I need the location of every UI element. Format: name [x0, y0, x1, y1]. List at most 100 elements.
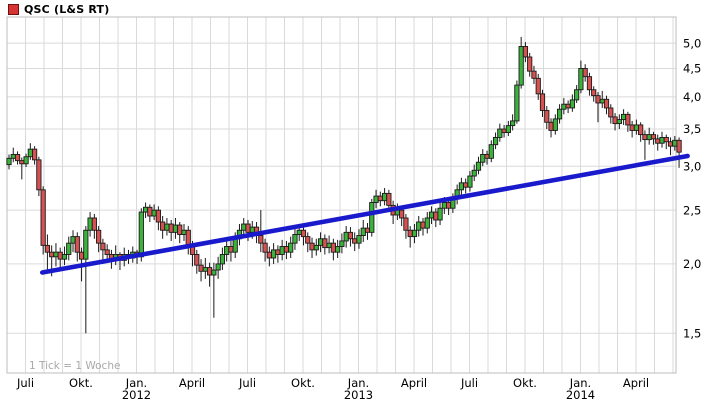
- candle-body-down: [446, 202, 452, 209]
- y-axis-label: 3,0: [683, 159, 701, 173]
- candle-body-down: [548, 121, 554, 131]
- y-axis-label: 5,0: [683, 36, 701, 50]
- candle-body-down: [642, 134, 648, 141]
- candle-body-up: [232, 238, 238, 253]
- candle-body-up: [505, 125, 511, 133]
- candle-body-up: [23, 156, 29, 165]
- y-axis-label: 2,0: [683, 257, 701, 271]
- candle-body-up: [172, 224, 179, 233]
- candle-body-down: [100, 242, 106, 251]
- candle-body-up: [416, 221, 422, 231]
- candle-body-down: [283, 246, 290, 253]
- candle-body-down: [14, 153, 21, 162]
- candle-body-up: [616, 119, 622, 125]
- candle-body-down: [535, 77, 541, 95]
- candle-body-up: [441, 202, 447, 209]
- y-axis-label: 2,5: [683, 203, 701, 217]
- x-axis-year-label: 2012: [122, 388, 151, 402]
- candle-body-up: [211, 269, 217, 276]
- x-axis-label: Juli: [16, 376, 34, 390]
- candle-body-down: [663, 137, 669, 143]
- candle-body-down: [484, 153, 490, 159]
- candle-body-up: [480, 153, 486, 163]
- grid: [7, 17, 676, 373]
- candle-body-up: [514, 84, 520, 122]
- candle-body-down: [386, 192, 392, 206]
- x-axis-label: Okt.: [69, 376, 93, 390]
- candle-body-up: [369, 202, 375, 233]
- y-axis-label: 1,5: [683, 326, 701, 340]
- candle-body-down: [155, 209, 161, 223]
- candle-body-down: [420, 221, 426, 229]
- candle-body-down: [522, 46, 529, 58]
- candle-body-down: [32, 148, 38, 161]
- candle-body-down: [206, 267, 213, 276]
- candle-body-up: [202, 267, 208, 272]
- candle-body-up: [326, 242, 332, 249]
- candle-body-down: [586, 76, 593, 91]
- candle-body-down: [347, 231, 354, 240]
- x-axis-label: Okt.: [513, 376, 537, 390]
- candle-body-up: [458, 182, 465, 191]
- y-axis-label: 4,0: [683, 90, 701, 104]
- candle-body-down: [655, 138, 661, 144]
- candle-body-up: [151, 209, 157, 217]
- candle-body-down: [608, 107, 614, 118]
- candle-body-down: [463, 182, 469, 188]
- candle-body-up: [411, 229, 418, 238]
- candle-body-down: [78, 251, 85, 260]
- candle-body-up: [492, 137, 499, 146]
- chart-window: QSC (L&S RT) 5,0 4,5 4,0 3,5 3,0 2,5 2,0 1,5 Jul…: [0, 0, 717, 403]
- candle-body-up: [356, 235, 362, 244]
- candle-body-up: [646, 134, 652, 141]
- candle-body-down: [177, 224, 183, 235]
- candle-body-down: [245, 223, 251, 233]
- x-axis-label: April: [623, 376, 649, 390]
- candle-body-up: [437, 207, 443, 221]
- candle-body-up: [142, 206, 149, 213]
- y-axis-label: 4,5: [683, 62, 701, 76]
- x-axis-label: April: [179, 376, 205, 390]
- candle-body-up: [10, 153, 16, 159]
- candle-body-down: [194, 254, 200, 266]
- candle-body-down: [305, 236, 311, 244]
- candle-body-up: [569, 99, 575, 109]
- candle-body-up: [70, 236, 76, 244]
- candle-body-up: [488, 144, 494, 159]
- candle-body-down: [258, 235, 264, 244]
- candle-body-down: [595, 95, 601, 104]
- x-axis-labels: Juli Okt. Jan.2012April Juli Okt. Jan.2013Apr…: [16, 376, 649, 402]
- candle-body-down: [160, 221, 166, 231]
- candle-body-up: [138, 211, 144, 258]
- candle-body-up: [360, 227, 366, 236]
- candle-body-down: [19, 160, 25, 165]
- candle-body-up: [164, 223, 170, 231]
- candle-body-up: [578, 68, 584, 91]
- series-swatch-icon: [8, 4, 19, 15]
- candle-body-up: [27, 148, 33, 158]
- candle-body-down: [74, 236, 80, 253]
- candle-body-down: [625, 113, 631, 126]
- candle-body-up: [181, 229, 187, 235]
- candle-body-down: [352, 238, 358, 244]
- candle-body-up: [620, 113, 627, 121]
- tick-interval-note: 1 Tick = 1 Woche: [29, 360, 121, 372]
- candle-body-down: [582, 68, 588, 78]
- candle-body-down: [407, 229, 413, 238]
- candle-body-up: [241, 223, 247, 231]
- candle-body-down: [676, 139, 682, 153]
- candle-body-down: [603, 98, 610, 109]
- candle-body-down: [629, 124, 635, 131]
- candle-body-up: [497, 128, 503, 138]
- candle-body-up: [467, 175, 473, 188]
- candle-body-down: [433, 211, 439, 221]
- candle-body-down: [228, 246, 234, 253]
- candle-body-up: [61, 254, 68, 260]
- candle-body-up: [561, 103, 567, 110]
- candle-body-up: [556, 108, 563, 120]
- candle-body-up: [279, 246, 285, 255]
- candle-body-down: [539, 93, 546, 111]
- candle-body-down: [501, 128, 507, 133]
- x-axis-year-label: 2014: [566, 388, 595, 402]
- candle-body-up: [6, 157, 12, 166]
